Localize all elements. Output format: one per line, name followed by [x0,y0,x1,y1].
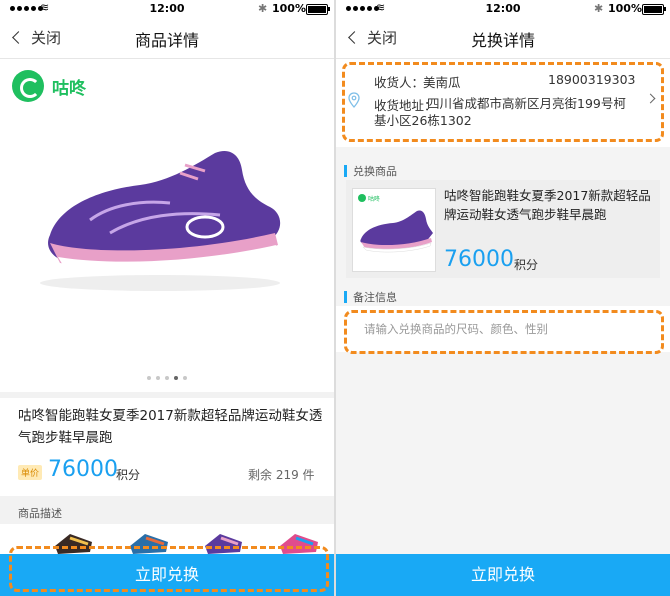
redeem-detail-screen: ≋ 12:00 ✱ 100% 关闭 兑换详情 收货人： 美南瓜 18900319… [336,0,670,596]
goods-section-label: 兑换商品 [353,165,397,178]
redeem-button[interactable]: 立即兑换 [336,554,670,596]
pager-dot [165,376,169,380]
goods-section-header: 兑换商品 [344,163,397,179]
brand-header: 咕咚 [12,70,86,102]
page-title: 兑换详情 [470,31,535,50]
recipient-phone: 18900319303 [548,72,636,87]
battery-percent: 100% [272,2,306,15]
bluetooth-icon: ✱ [258,2,268,15]
price-tag: 单价 [18,465,43,480]
status-bar: ≋ 12:00 ✱ 100% [0,0,334,18]
goods-price: 76000 [444,247,514,272]
nav-bar: 关闭 商品详情 [0,18,334,59]
brand-name: 咕咚 [52,78,86,99]
nav-bar: 关闭 兑换详情 [336,18,670,59]
goods-brand-label: 咕咚 [368,195,380,203]
section-divider [0,392,334,398]
note-input[interactable]: 请输入兑换商品的尺码、颜色、性别 [336,306,670,352]
note-section-label: 备注信息 [353,291,397,304]
product-price: 76000 [48,457,118,482]
page-title: 商品详情 [134,31,199,50]
product-image[interactable] [30,145,290,295]
image-pager[interactable] [0,376,334,380]
address-text: 四川省成都市高新区月亮街199号柯基小区26栋1302 [374,96,626,128]
goods-image: 咕咚 [358,194,433,253]
screenshot: ≋ 12:00 ✱ 100% 关闭 商品详情 咕咚 咕咚智能跑鞋女夏季2017新… [0,0,670,596]
goods-title: 咕咚智能跑鞋女夏季2017新款超轻品牌运动鞋女透气跑步鞋早晨跑 [444,188,651,222]
note-placeholder: 请输入兑换商品的尺码、颜色、性别 [364,322,548,336]
goods-card[interactable]: 咕咚 咕咚智能跑鞋女夏季2017新款超轻品牌运动鞋女透气跑步鞋早晨跑 76000… [346,180,660,278]
description-label: 商品描述 [18,507,62,520]
chevron-right-icon [645,93,656,104]
description-images [55,534,318,554]
section-accent [344,291,347,303]
goods-price-unit: 积分 [514,258,539,272]
product-title: 咕咚智能跑鞋女夏季2017新款超轻品牌运动鞋女透气跑步鞋早晨跑 [18,408,323,446]
price-unit: 积分 [116,468,141,482]
battery-icon [306,4,330,15]
status-bar: ≋ 12:00 ✱ 100% [336,0,670,18]
battery-icon [642,4,666,15]
section-accent [344,165,347,177]
product-detail-screen: ≋ 12:00 ✱ 100% 关闭 商品详情 咕咚 咕咚智能跑鞋女夏季2017新… [0,0,334,596]
pager-dot [183,376,187,380]
goods-thumbnail: 咕咚 [352,188,436,272]
recipient-name: 美南瓜 [423,75,461,90]
bluetooth-icon: ✱ [594,2,604,15]
stock-count: 剩余 219 件 [248,468,315,482]
pager-dot [147,376,151,380]
battery-percent: 100% [608,2,642,15]
redeem-button[interactable]: 立即兑换 [0,554,334,596]
codoon-logo-icon [12,70,44,102]
shipping-address-row[interactable]: 收货人： 美南瓜 18900319303 收货地址： 四川省成都市高新区月亮街1… [336,59,670,147]
note-section-header: 备注信息 [344,289,397,305]
recipient-label: 收货人： [374,75,425,90]
pager-dot [156,376,160,380]
pager-dot-active [174,376,178,380]
location-pin-icon [348,92,360,108]
